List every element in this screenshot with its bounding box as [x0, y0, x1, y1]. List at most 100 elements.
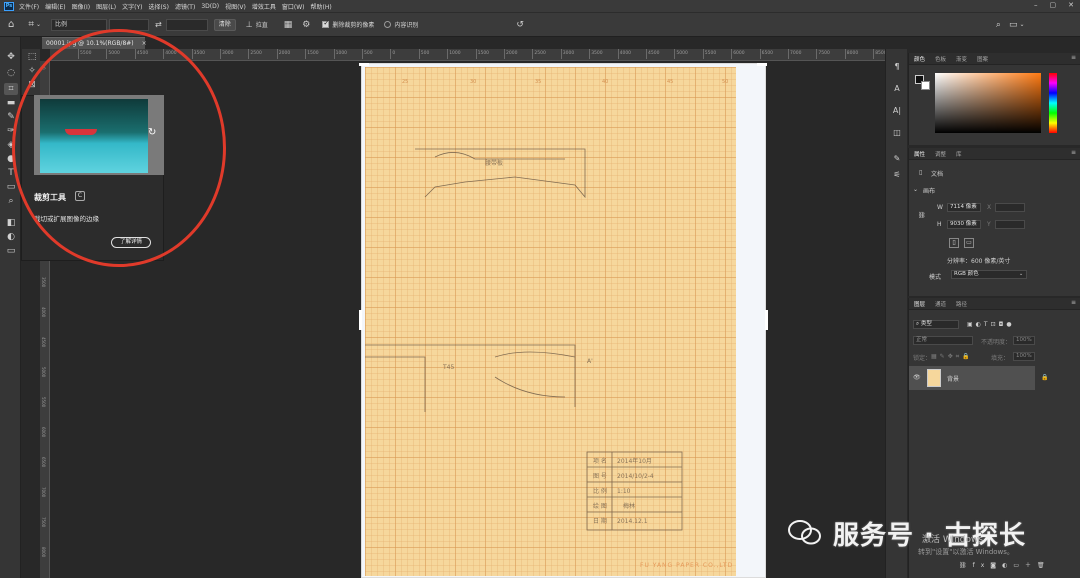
- menu-select[interactable]: 选择(S): [148, 2, 169, 11]
- tab-patterns[interactable]: 图案: [972, 55, 993, 63]
- gear-icon[interactable]: ⚙: [302, 20, 310, 30]
- swatch-icon[interactable]: ◧: [4, 217, 18, 229]
- panel-menu-icon[interactable]: ≡: [1071, 149, 1076, 156]
- panel-menu-icon[interactable]: ≡: [1071, 299, 1076, 306]
- chevron-down-icon[interactable]: ⌄: [1019, 21, 1024, 28]
- document-image[interactable]: 项 名 2014年10月 图 号 2014/10/2-4 比 例 1:10 绘 图 梅林…: [365, 67, 736, 576]
- width-value-field[interactable]: 7114 像素: [947, 203, 981, 212]
- dodge-tool-icon[interactable]: ●: [4, 153, 18, 165]
- background-color-swatch[interactable]: [921, 81, 930, 90]
- document-tab[interactable]: 00001.jpg @ 10.1%(RGB/8#) ×: [42, 37, 147, 49]
- chevron-down-icon[interactable]: ⌄: [1019, 271, 1023, 277]
- layer-bottom-actions[interactable]: ⛓fx◙◐▭＋🗑: [959, 560, 1051, 569]
- crop-handle-right[interactable]: [765, 310, 768, 330]
- lasso-tool-icon[interactable]: ◌: [4, 67, 18, 79]
- maximize-icon[interactable]: ▢: [1050, 1, 1057, 9]
- orientation-landscape-icon[interactable]: ▭: [964, 238, 974, 248]
- height-field[interactable]: [165, 18, 208, 31]
- menu-window[interactable]: 窗口(W): [282, 2, 305, 11]
- hue-slider[interactable]: [1049, 73, 1057, 133]
- menu-file[interactable]: 文件(F): [19, 2, 39, 11]
- tab-properties[interactable]: 属性: [909, 150, 930, 158]
- menu-plugins[interactable]: 增效工具: [252, 2, 276, 11]
- filter-icons[interactable]: ▣◐T⊡◘●: [967, 321, 1015, 328]
- tab-gradients[interactable]: 渐变: [951, 55, 972, 63]
- crop-handle-top-left[interactable]: [359, 63, 369, 66]
- chevron-down-icon[interactable]: ⌄: [913, 186, 918, 193]
- workspace-icon[interactable]: ▭: [1009, 20, 1018, 30]
- glyph-icon[interactable]: A: [891, 83, 903, 95]
- link-icon[interactable]: ⛓: [918, 212, 926, 219]
- adjust-sliders-icon[interactable]: ⚟: [891, 169, 903, 181]
- content-aware-checkbox[interactable]: [384, 21, 392, 28]
- menu-type[interactable]: 文字(Y): [122, 2, 142, 11]
- paragraph-icon[interactable]: ¶: [891, 61, 903, 73]
- move-tool-icon[interactable]: ✥: [4, 51, 18, 63]
- menu-image[interactable]: 图像(I): [72, 2, 90, 11]
- fill-field[interactable]: 100%: [1013, 352, 1035, 361]
- menu-help[interactable]: 帮助(H): [311, 2, 332, 11]
- minimize-icon[interactable]: –: [1034, 1, 1038, 9]
- width-field[interactable]: [109, 18, 150, 31]
- tab-adjustments[interactable]: 调整: [930, 150, 951, 158]
- close-icon[interactable]: ×: [142, 40, 147, 47]
- layer-comps-icon[interactable]: ◫: [891, 127, 903, 139]
- home-icon[interactable]: ⌂: [8, 19, 14, 30]
- tab-layers[interactable]: 图层: [909, 300, 930, 308]
- character-icon[interactable]: A|: [891, 105, 903, 117]
- blend-mode-select[interactable]: 正常: [913, 336, 973, 345]
- frame-tool-icon[interactable]: ⊠: [25, 79, 39, 91]
- bucket-tool-icon[interactable]: ◈: [4, 139, 18, 151]
- x-value-field[interactable]: [995, 203, 1025, 212]
- ruler-tool-icon[interactable]: ▬: [4, 97, 18, 109]
- tab-paths[interactable]: 路径: [951, 300, 972, 308]
- type-tool-icon[interactable]: T: [4, 167, 18, 179]
- ratio-select[interactable]: 比例: [51, 18, 108, 31]
- straighten-icon[interactable]: ⊥: [246, 20, 253, 29]
- crop-tool-icon[interactable]: ⌗: [4, 83, 18, 95]
- clone-tool-icon[interactable]: ✑: [4, 125, 18, 137]
- opacity-field[interactable]: 100%: [1013, 336, 1035, 345]
- menu-layer[interactable]: 图层(L): [96, 2, 116, 11]
- lock-icons[interactable]: ▦✎✥⌗🔒: [931, 353, 973, 361]
- swap-icon[interactable]: ⇄: [155, 20, 162, 29]
- zoom-tool-icon[interactable]: ⌕: [4, 195, 18, 207]
- crop-handle-top-right[interactable]: [757, 63, 767, 66]
- height-value-field[interactable]: 9030 像素: [947, 220, 981, 229]
- panel-menu-icon[interactable]: ≡: [1071, 54, 1076, 61]
- layer-filter-select[interactable]: ⌕ 类型: [913, 320, 959, 329]
- delete-cropped-checkbox[interactable]: [322, 19, 330, 28]
- orientation-portrait-icon[interactable]: ▯: [949, 238, 959, 248]
- clear-button[interactable]: 清除: [213, 18, 236, 31]
- chevron-down-icon[interactable]: ⌄: [36, 21, 41, 28]
- reset-icon[interactable]: ↺: [516, 20, 524, 30]
- menu-edit[interactable]: 编辑(E): [45, 2, 65, 11]
- tab-color[interactable]: 颜色: [909, 55, 930, 63]
- magic-wand-tool-icon[interactable]: ✧: [25, 65, 39, 77]
- search-icon[interactable]: ⌕: [996, 20, 1001, 30]
- mode-select[interactable]: RGB 颜色: [951, 270, 1027, 279]
- layer-name: 背景: [947, 376, 960, 383]
- tab-swatches[interactable]: 色板: [930, 55, 951, 63]
- menu-view[interactable]: 视图(V): [225, 2, 246, 11]
- color-picker-field[interactable]: [935, 73, 1041, 133]
- screen-mode-icon[interactable]: ▭: [4, 245, 18, 257]
- crop-handle-left[interactable]: [359, 310, 362, 330]
- shape-tool-icon[interactable]: ▭: [4, 181, 18, 193]
- brush-settings-icon[interactable]: ✎: [891, 153, 903, 165]
- straighten-label[interactable]: 拉直: [256, 20, 268, 29]
- crop-tool-icon[interactable]: ⌗: [28, 19, 34, 30]
- eye-icon[interactable]: 👁: [913, 374, 921, 381]
- mask-icon[interactable]: ◐: [4, 231, 18, 243]
- learn-more-button[interactable]: 了解详情: [111, 237, 151, 248]
- marquee-tool-icon[interactable]: ⬚: [25, 51, 39, 63]
- y-value-field[interactable]: [995, 220, 1025, 229]
- close-icon[interactable]: ✕: [1068, 1, 1074, 9]
- brush-tool-icon[interactable]: ✎: [4, 111, 18, 123]
- layer-row-background[interactable]: 👁 背景 🔒: [909, 366, 1048, 390]
- menu-3d[interactable]: 3D(D): [201, 3, 219, 10]
- tab-channels[interactable]: 通道: [930, 300, 951, 308]
- tab-libraries[interactable]: 库: [951, 150, 967, 158]
- overlay-grid-icon[interactable]: ▦: [284, 20, 293, 30]
- menu-filter[interactable]: 滤镜(T): [175, 2, 195, 11]
